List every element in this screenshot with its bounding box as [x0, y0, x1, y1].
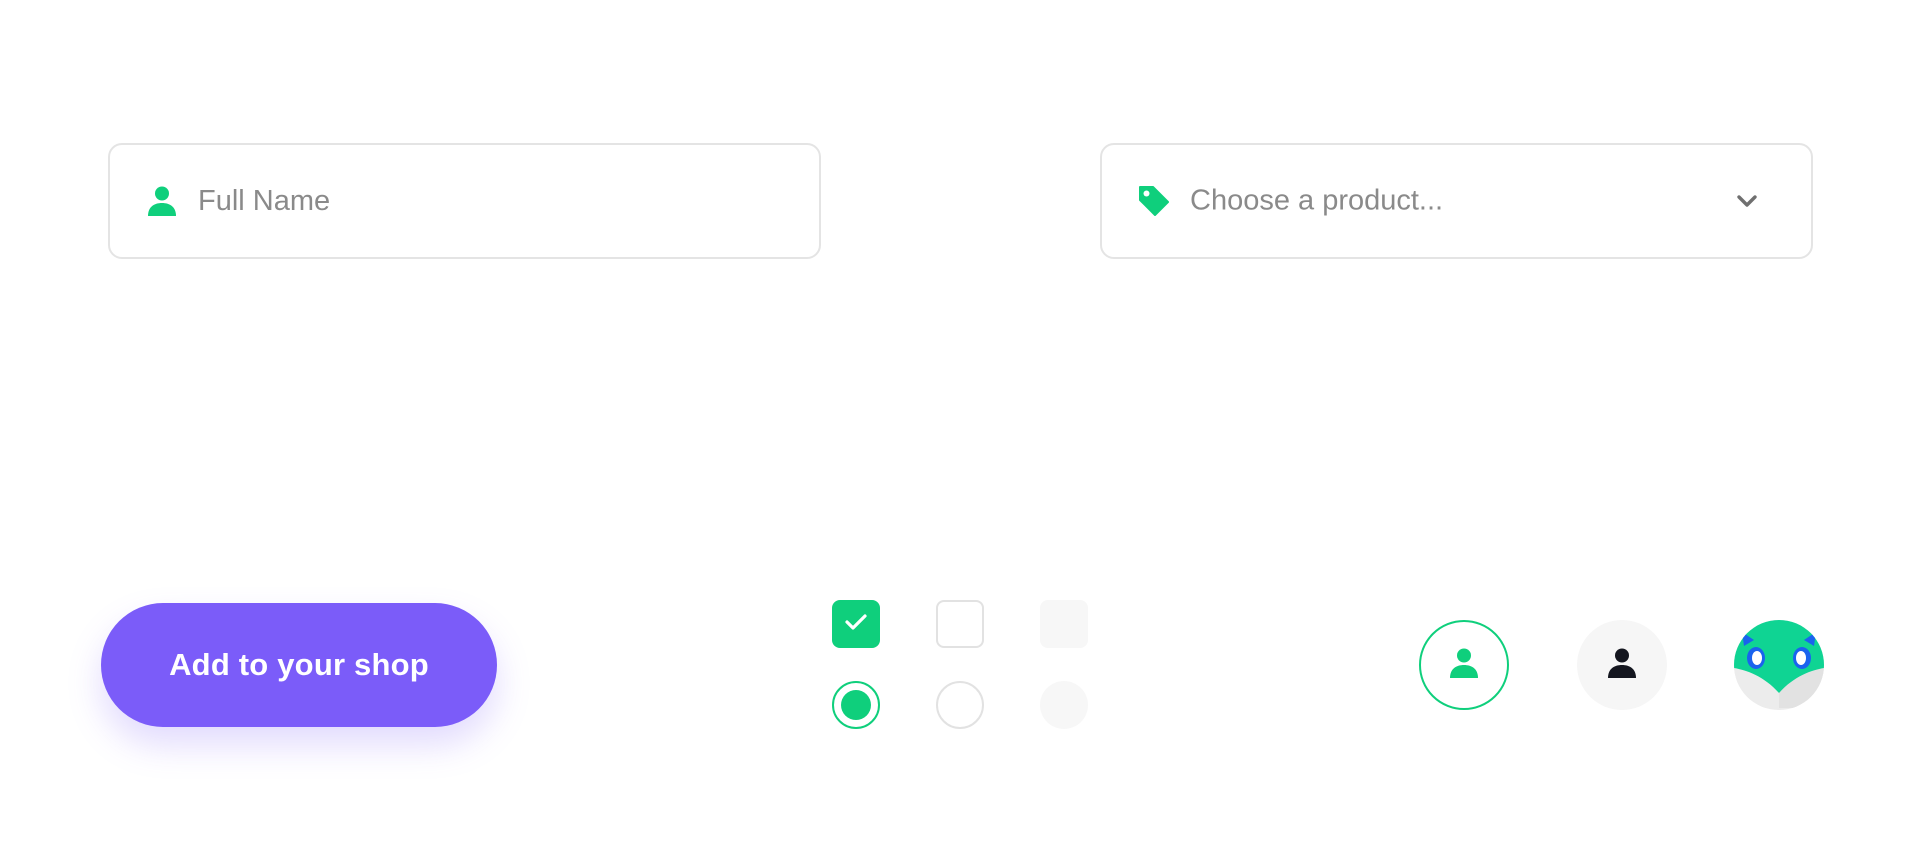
mask-avatar-icon	[1734, 620, 1824, 710]
checkmark-icon	[844, 613, 868, 636]
radio-dot	[841, 690, 871, 720]
product-select[interactable]: Choose a product...	[1100, 143, 1813, 259]
product-select-placeholder: Choose a product...	[1190, 184, 1444, 217]
avatar-filled[interactable]	[1577, 620, 1667, 710]
full-name-field[interactable]	[108, 143, 821, 259]
user-icon	[1607, 647, 1637, 684]
user-icon	[1449, 647, 1479, 684]
checkbox-disabled	[1040, 600, 1088, 648]
radio-disabled	[1040, 681, 1088, 729]
ui-kit-canvas: Choose a product... Add to your shop	[0, 0, 1920, 864]
user-icon	[146, 185, 178, 217]
full-name-input[interactable]	[198, 145, 799, 257]
chevron-down-icon[interactable]	[1735, 189, 1759, 213]
radio-unselected[interactable]	[936, 681, 984, 729]
checkbox-checked[interactable]	[832, 600, 880, 648]
avatar-image[interactable]	[1734, 620, 1824, 710]
avatar-outlined[interactable]	[1419, 620, 1509, 710]
checkbox-unchecked[interactable]	[936, 600, 984, 648]
radio-selected[interactable]	[832, 681, 880, 729]
add-to-shop-button[interactable]: Add to your shop	[101, 603, 497, 727]
tag-icon	[1138, 185, 1170, 217]
